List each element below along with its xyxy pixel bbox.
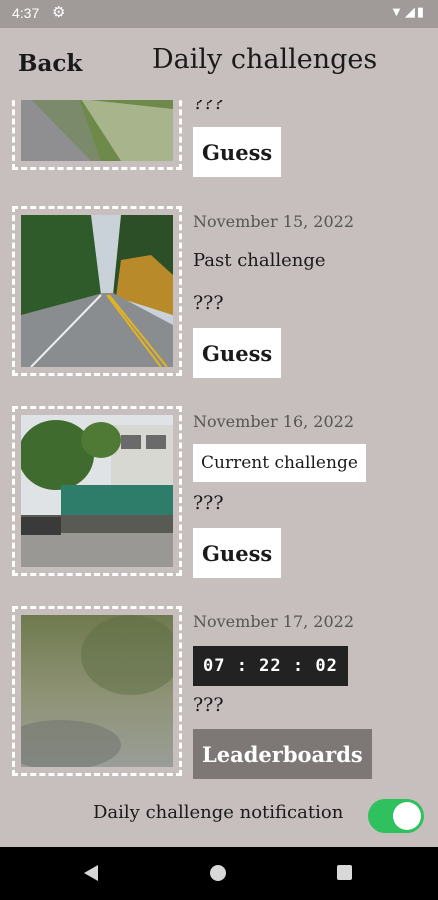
thumbnail-frame [12,406,182,576]
challenge-thumbnail-locked [21,615,173,767]
status-time: 4:37 [12,5,40,21]
challenge-thumbnail[interactable] [21,415,173,567]
gear-icon: ⚙ [52,4,66,21]
battery-icon: ▮ [416,4,426,19]
guess-button[interactable]: Guess [193,127,282,177]
challenge-card: ??? Guess [0,100,438,180]
challenge-thumbnail[interactable] [21,215,173,367]
question-marks: ??? [193,492,224,514]
status-icons: ▼◢▮ [390,4,426,20]
signal-icon: ◢ [404,4,417,19]
thumbnail-frame [12,100,182,170]
page-title: Daily challenges [152,44,378,75]
nav-recents-icon[interactable] [337,865,352,880]
nav-home-icon[interactable] [210,865,226,881]
back-button[interactable]: Back [18,50,82,77]
status-bar: 4:37 ⚙ ▼◢▮ [0,0,438,28]
challenge-date: November 15, 2022 [193,212,355,231]
challenge-list[interactable]: ??? Guess November 15, 2022 Past challen… [0,100,438,790]
app-header: Back Daily challenges [0,28,438,100]
notification-setting: Daily challenge notification [0,790,438,842]
notification-toggle[interactable] [368,799,424,833]
challenge-card: November 17, 2022 07 : 22 : 02 ??? Leade… [0,606,438,786]
toggle-knob [393,802,421,830]
question-marks: ??? [193,100,224,114]
notification-label: Daily challenge notification [93,802,344,823]
nav-back-icon[interactable] [84,865,98,881]
challenge-date: November 16, 2022 [193,412,355,431]
system-nav-bar [0,847,438,900]
thumbnail-frame [12,606,182,776]
challenge-card: November 16, 2022 Current challenge ??? … [0,406,438,586]
question-marks: ??? [193,694,224,716]
challenge-thumbnail[interactable] [21,100,173,161]
challenge-status: Past challenge [193,250,326,271]
wifi-icon: ▼ [389,4,405,19]
challenge-date: November 17, 2022 [193,612,355,631]
guess-button[interactable]: Guess [193,528,282,578]
countdown-timer: 07 : 22 : 02 [193,646,348,686]
current-challenge-badge: Current challenge [193,444,366,482]
question-marks: ??? [193,292,224,314]
guess-button[interactable]: Guess [193,328,282,378]
leaderboards-button[interactable]: Leaderboards [193,729,372,779]
thumbnail-frame [12,206,182,376]
challenge-card: November 15, 2022 Past challenge ??? Gue… [0,206,438,386]
